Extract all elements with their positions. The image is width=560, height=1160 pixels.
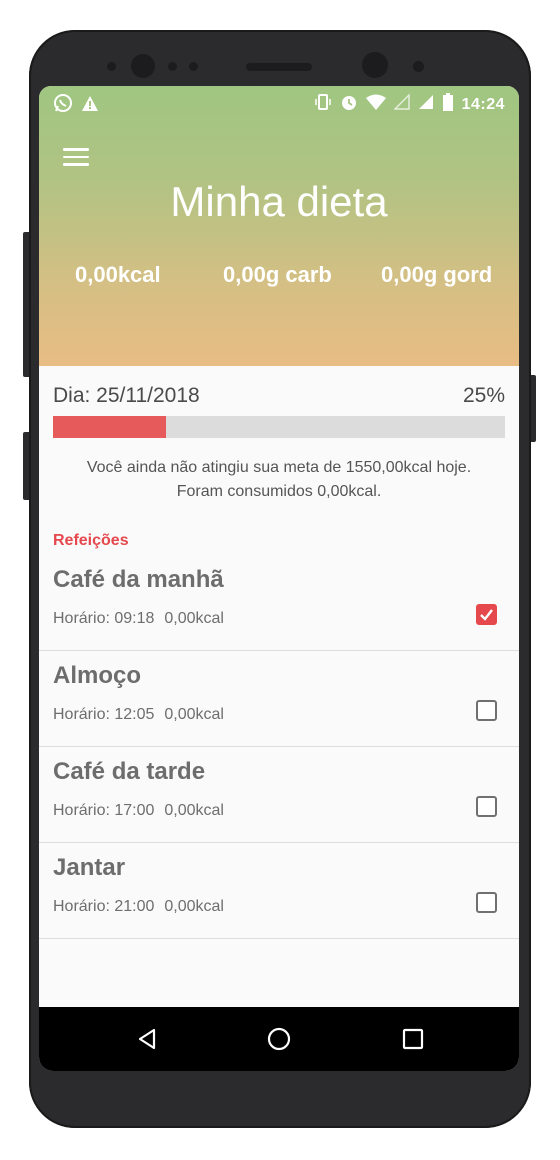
meal-checkbox[interactable] xyxy=(476,700,497,721)
meal-item-lunch[interactable]: Almoço Horário: 12:05 0,00kcal xyxy=(39,650,519,747)
goal-message-line2: Foram consumidos 0,00kcal. xyxy=(176,483,382,500)
meal-item-dinner[interactable]: Jantar Horário: 21:00 0,00kcal xyxy=(39,842,519,939)
nutrition-summary: 0,00kcal 0,00g carb 0,00g gord xyxy=(39,262,519,292)
progress-bar xyxy=(53,416,505,438)
signal-icon xyxy=(418,94,434,115)
screen: 14:24 Minha dieta 0,00kcal 0,00g carb 0,… xyxy=(39,86,519,1071)
meal-info: Horário: 09:18 0,00kcal xyxy=(53,610,224,628)
meal-kcal: 0,00kcal xyxy=(164,802,224,819)
status-time: 14:24 xyxy=(461,95,505,113)
goal-message: Você ainda não atingiu sua meta de 1550,… xyxy=(39,456,519,504)
fat-total: 0,00g gord xyxy=(381,262,493,287)
home-icon[interactable] xyxy=(267,1027,291,1051)
meal-item-afternoon-snack[interactable]: Café da tarde Horário: 17:00 0,00kcal xyxy=(39,746,519,843)
phone-top-sensors xyxy=(0,52,560,82)
signal-empty-icon xyxy=(392,93,410,115)
progress-percent: 25% xyxy=(462,384,505,407)
whatsapp-icon xyxy=(53,93,73,118)
battery-icon xyxy=(442,93,454,116)
meals-section-title: Refeições xyxy=(53,532,129,549)
meal-info: Horário: 12:05 0,00kcal xyxy=(53,706,224,724)
carb-total: 0,00g carb xyxy=(223,262,332,287)
meal-time: Horário: 21:00 xyxy=(53,898,155,915)
recents-icon[interactable] xyxy=(401,1027,425,1051)
meal-checkbox[interactable] xyxy=(476,796,497,817)
progress-fill xyxy=(53,416,166,438)
meal-time: Horário: 12:05 xyxy=(53,706,155,723)
goal-message-line1: Você ainda não atingiu sua meta de 1550,… xyxy=(86,459,472,476)
meal-time: Horário: 17:00 xyxy=(53,802,155,819)
meal-name: Café da manhã xyxy=(53,566,224,593)
meal-checkbox[interactable] xyxy=(476,604,497,625)
page-title: Minha dieta xyxy=(170,178,388,225)
meal-item-breakfast[interactable]: Café da manhã Horário: 09:18 0,00kcal xyxy=(39,554,519,651)
back-icon[interactable] xyxy=(135,1027,159,1051)
meal-name: Café da tarde xyxy=(53,758,206,785)
meal-time: Horário: 09:18 xyxy=(53,610,155,627)
day-row: Dia: 25/11/2018 25% xyxy=(53,384,505,408)
system-nav-bar xyxy=(39,1007,519,1071)
day-label: Dia: 25/11/2018 xyxy=(53,384,200,407)
vibrate-icon xyxy=(314,93,332,116)
alarm-icon xyxy=(340,93,358,116)
warning-icon xyxy=(81,95,99,117)
meal-kcal: 0,00kcal xyxy=(164,706,224,723)
menu-icon[interactable] xyxy=(63,148,89,168)
meal-name: Jantar xyxy=(53,854,126,881)
check-icon xyxy=(480,609,493,621)
status-bar: 14:24 xyxy=(39,86,519,120)
meal-info: Horário: 17:00 0,00kcal xyxy=(53,802,224,820)
meal-kcal: 0,00kcal xyxy=(164,898,224,915)
meal-checkbox[interactable] xyxy=(476,892,497,913)
meal-kcal: 0,00kcal xyxy=(164,610,224,627)
header: 14:24 Minha dieta 0,00kcal 0,00g carb 0,… xyxy=(39,86,519,366)
meal-name: Almoço xyxy=(53,662,142,689)
meal-info: Horário: 21:00 0,00kcal xyxy=(53,898,224,916)
wifi-icon xyxy=(365,94,386,115)
kcal-total: 0,00kcal xyxy=(75,262,161,287)
